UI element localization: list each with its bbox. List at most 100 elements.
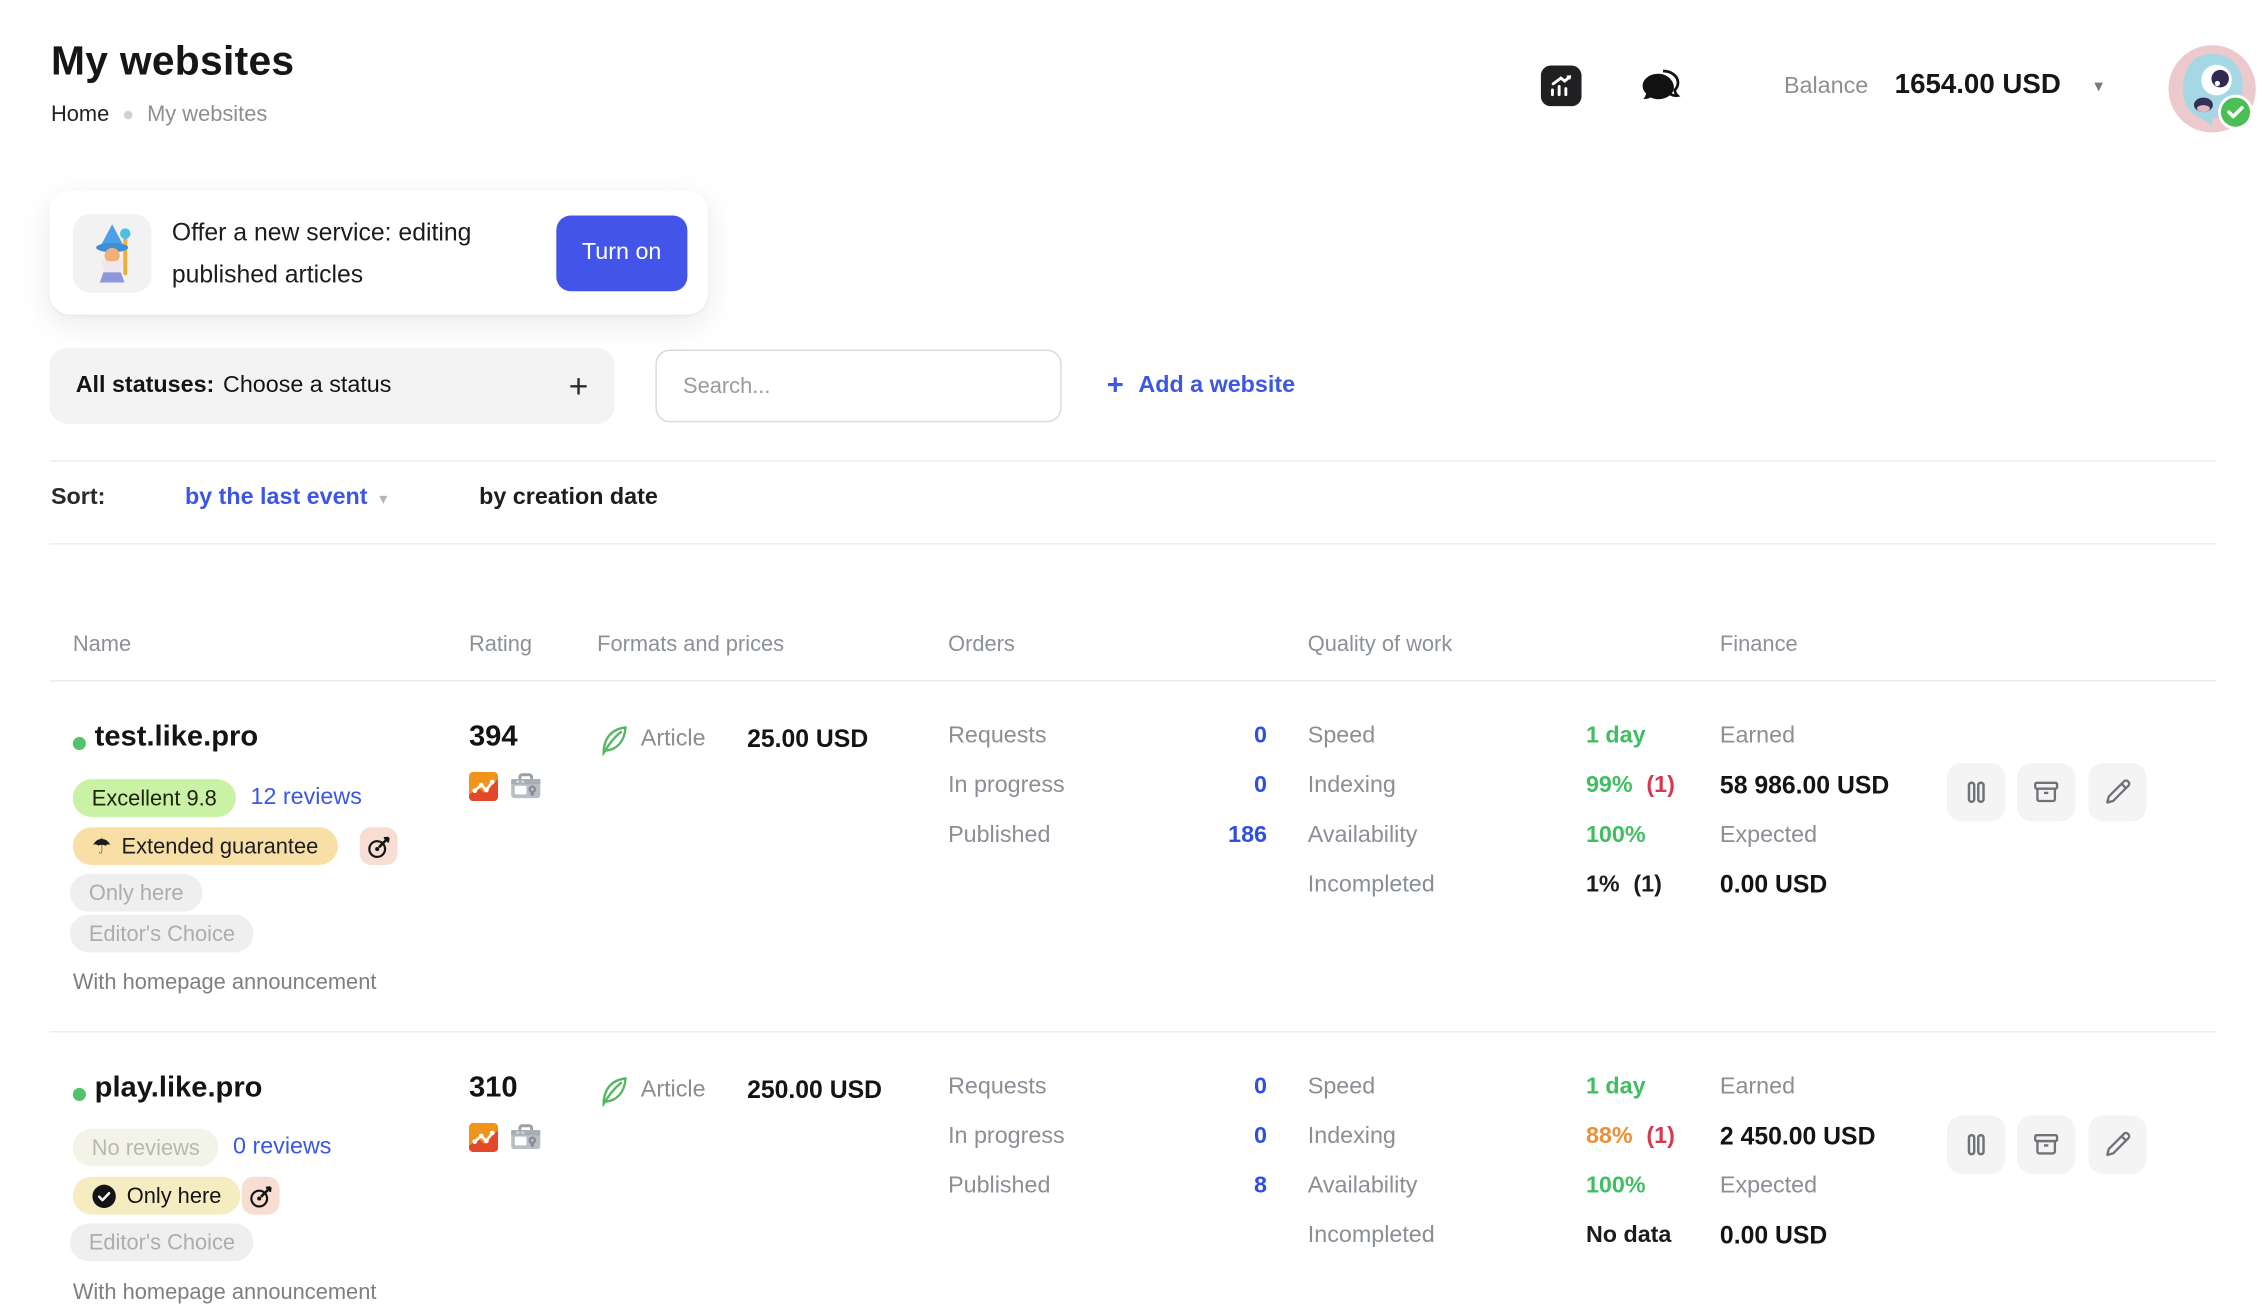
- user-avatar[interactable]: [2168, 45, 2255, 132]
- divider: [50, 460, 2217, 461]
- requests-label: Requests: [948, 1075, 1046, 1101]
- page-title: My websites: [51, 38, 294, 85]
- balance-value[interactable]: 1654.00 USD: [1895, 70, 2061, 102]
- archive-button[interactable]: [2017, 763, 2075, 821]
- balance-caret-down-icon[interactable]: ▾: [2094, 76, 2103, 96]
- earned-label: Earned: [1720, 724, 1795, 750]
- incompleted-value: No data: [1586, 1223, 1671, 1249]
- earned-value: 58 986.00 USD: [1720, 772, 1889, 801]
- requests-value[interactable]: 0: [1121, 1075, 1267, 1101]
- article-feather-icon: [597, 724, 629, 763]
- column-header-name: Name: [73, 632, 131, 657]
- indexing-label: Indexing: [1308, 773, 1396, 799]
- column-header-quality: Quality of work: [1308, 632, 1452, 657]
- edit-button[interactable]: [2088, 1116, 2146, 1174]
- incompleted-value: 1% (1): [1586, 872, 1662, 898]
- reviews-link[interactable]: 0 reviews: [233, 1134, 331, 1160]
- webmaster-toolbox-icon[interactable]: [510, 772, 542, 808]
- availability-label: Availability: [1308, 1174, 1418, 1200]
- add-plus-icon: +: [1107, 369, 1124, 402]
- in-progress-value[interactable]: 0: [1121, 1124, 1267, 1150]
- rating-service-icons: [469, 1123, 542, 1159]
- dart-target-badge: [242, 1177, 280, 1215]
- availability-value: 100%: [1586, 823, 1646, 849]
- sort-by-creation-date[interactable]: by creation date: [479, 485, 658, 511]
- homepage-announcement-note: With homepage announcement: [73, 970, 377, 995]
- banner-text: Offer a new service: editing published a…: [172, 210, 536, 294]
- pause-button[interactable]: [1947, 1116, 2005, 1174]
- divider: [50, 543, 2217, 544]
- reviews-link[interactable]: 12 reviews: [250, 785, 361, 811]
- requests-label: Requests: [948, 724, 1046, 750]
- published-label: Published: [948, 1174, 1050, 1200]
- indexing-value: 99% (1): [1586, 773, 1675, 799]
- speed-label: Speed: [1308, 724, 1375, 750]
- in-progress-label: In progress: [948, 1124, 1065, 1150]
- website-row: play.like.pro No reviews 0 reviews Only …: [0, 1031, 2266, 1308]
- search-input[interactable]: [655, 350, 1061, 423]
- published-value[interactable]: 186: [1121, 823, 1267, 849]
- column-header-finance: Finance: [1720, 632, 1798, 657]
- column-header-formats: Formats and prices: [597, 632, 784, 657]
- analytics-chart-icon[interactable]: [1541, 66, 1582, 107]
- requests-value[interactable]: 0: [1121, 724, 1267, 750]
- breadcrumb-home-link[interactable]: Home: [51, 102, 109, 127]
- availability-label: Availability: [1308, 823, 1418, 849]
- status-filter[interactable]: All statuses: Choose a status +: [50, 348, 615, 424]
- homepage-announcement-note: With homepage announcement: [73, 1280, 377, 1305]
- extended-guarantee-badge: ☂ Extended guarantee: [73, 827, 337, 865]
- breadcrumb-current: My websites: [147, 102, 267, 127]
- status-filter-value: Choose a status: [223, 373, 391, 399]
- format-price: 25.00 USD: [747, 725, 868, 754]
- availability-value: 100%: [1586, 1174, 1646, 1200]
- speed-label: Speed: [1308, 1075, 1375, 1101]
- indexing-value: 88% (1): [1586, 1124, 1675, 1150]
- incompleted-label: Incompleted: [1308, 872, 1435, 898]
- umbrella-icon: ☂: [92, 833, 112, 859]
- webmaster-toolbox-icon[interactable]: [510, 1123, 542, 1159]
- rating-badge: Excellent 9.8: [73, 779, 236, 817]
- edit-button[interactable]: [2088, 763, 2146, 821]
- published-label: Published: [948, 823, 1050, 849]
- status-dot-icon: [73, 737, 86, 750]
- expected-label: Expected: [1720, 1174, 1817, 1200]
- rating-service-icons: [469, 772, 542, 808]
- status-filter-prefix: All statuses:: [76, 373, 215, 399]
- rating-value: 310: [469, 1072, 518, 1105]
- incompleted-label: Incompleted: [1308, 1223, 1435, 1249]
- editors-choice-badge: Editor's Choice: [70, 915, 254, 953]
- in-progress-label: In progress: [948, 773, 1065, 799]
- pause-button[interactable]: [1947, 763, 2005, 821]
- published-value[interactable]: 8: [1121, 1174, 1267, 1200]
- only-here-badge: Only here: [70, 874, 203, 912]
- verified-check-badge: [2218, 95, 2253, 130]
- indexing-flag: (1): [1646, 773, 1674, 798]
- format-price: 250.00 USD: [747, 1076, 882, 1105]
- add-website-button[interactable]: + Add a website: [1107, 350, 1295, 423]
- turn-on-button[interactable]: Turn on: [556, 215, 687, 291]
- messages-chat-icon[interactable]: [1641, 66, 1682, 107]
- status-filter-plus-icon[interactable]: +: [569, 369, 589, 402]
- in-progress-value[interactable]: 0: [1121, 773, 1267, 799]
- google-analytics-icon[interactable]: [469, 1123, 498, 1159]
- editors-choice-badge: Editor's Choice: [70, 1223, 254, 1261]
- google-analytics-icon[interactable]: [469, 772, 498, 808]
- website-name-link[interactable]: test.like.pro: [95, 721, 258, 754]
- wizard-icon: [73, 213, 152, 292]
- earned-label: Earned: [1720, 1075, 1795, 1101]
- my-websites-page: My websites Home My websites Balance 165…: [0, 0, 2266, 1308]
- website-name-link[interactable]: play.like.pro: [95, 1072, 263, 1105]
- archive-button[interactable]: [2017, 1116, 2075, 1174]
- rating-value: 394: [469, 721, 518, 754]
- sort-label: Sort:: [51, 485, 105, 511]
- expected-value: 0.00 USD: [1720, 871, 1827, 900]
- indexing-flag: (1): [1646, 1124, 1674, 1149]
- incompleted-flag: (1): [1633, 872, 1661, 897]
- promo-banner: Offer a new service: editing published a…: [50, 191, 708, 315]
- sort-by-last-event[interactable]: by the last event ▾: [185, 485, 387, 511]
- column-header-rating: Rating: [469, 632, 532, 657]
- status-dot-icon: [73, 1088, 86, 1101]
- breadcrumb-separator-dot: [124, 110, 133, 119]
- column-header-orders: Orders: [948, 632, 1015, 657]
- indexing-label: Indexing: [1308, 1124, 1396, 1150]
